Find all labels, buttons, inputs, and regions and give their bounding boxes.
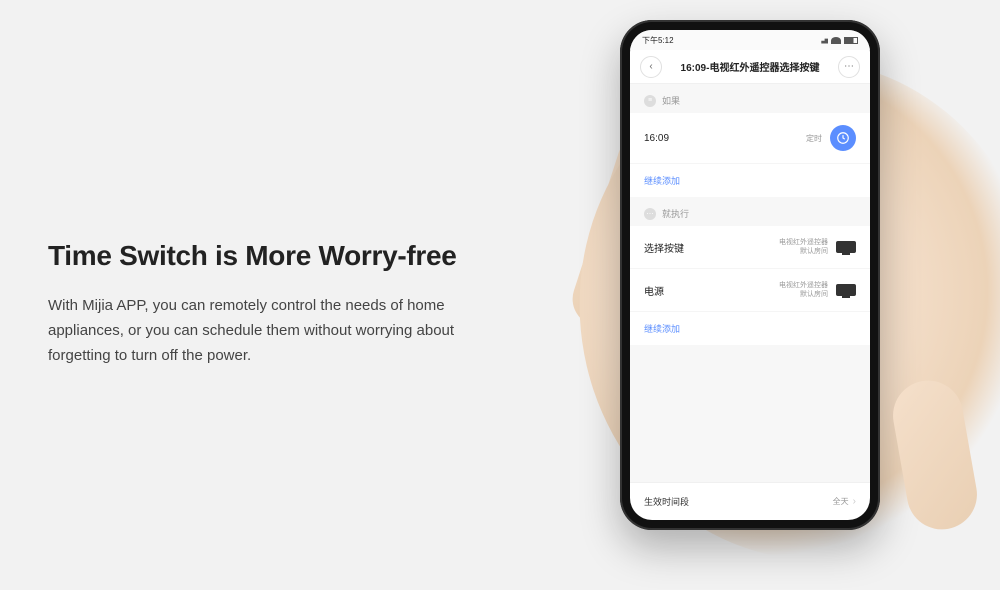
then-text: 就执行: [662, 207, 689, 220]
timer-icon: [830, 125, 856, 151]
more-icon: ⋯: [844, 61, 854, 72]
action-row[interactable]: 电源 电视红外遥控器 默认房间: [630, 269, 870, 312]
phone-screen: 下午5:12 ‹ 16:09-电视红外遥控器选择按键 ⋯ ≡ 如果 16:09: [630, 30, 870, 520]
action-label: 选择按键: [644, 240, 684, 255]
spacer: [630, 345, 870, 482]
section-then-label: ⋯ 就执行: [630, 197, 870, 226]
status-time: 下午5:12: [642, 35, 674, 46]
more-button[interactable]: ⋯: [838, 56, 860, 78]
battery-icon: [844, 37, 858, 44]
status-bar: 下午5:12: [630, 30, 870, 50]
app-header: ‹ 16:09-电视红外遥控器选择按键 ⋯: [630, 50, 870, 84]
add-condition-link[interactable]: 继续添加: [630, 164, 870, 197]
wifi-icon: [831, 37, 841, 44]
marketing-copy: Time Switch is More Worry-free With Miji…: [48, 240, 488, 368]
footer-label: 生效时间段: [644, 495, 689, 508]
effective-period-row[interactable]: 生效时间段 全天 ›: [630, 482, 870, 520]
action-label: 电源: [644, 283, 664, 298]
phone-frame: 下午5:12 ‹ 16:09-电视红外遥控器选择按键 ⋯ ≡ 如果 16:09: [620, 20, 880, 530]
action-row[interactable]: 选择按键 电视红外遥控器 默认房间: [630, 226, 870, 269]
chevron-right-icon: ›: [853, 496, 856, 507]
then-icon: ⋯: [644, 208, 656, 220]
condition-type: 定时: [806, 133, 822, 144]
chevron-left-icon: ‹: [649, 61, 652, 72]
action-device-meta: 电视红外遥控器 默认房间: [779, 238, 828, 256]
add-action-link[interactable]: 继续添加: [630, 312, 870, 345]
section-if-label: ≡ 如果: [630, 84, 870, 113]
condition-row[interactable]: 16:09 定时: [630, 113, 870, 164]
description: With Mijia APP, you can remotely control…: [48, 294, 488, 368]
footer-value: 全天: [833, 496, 849, 507]
action-device-meta: 电视红外遥控器 默认房间: [779, 281, 828, 299]
headline: Time Switch is More Worry-free: [48, 240, 488, 272]
tv-icon: [836, 241, 856, 253]
condition-time: 16:09: [644, 133, 669, 144]
status-icons: [818, 37, 858, 44]
signal-icon: [818, 37, 828, 44]
back-button[interactable]: ‹: [640, 56, 662, 78]
tv-icon: [836, 284, 856, 296]
page-title: 16:09-电视红外遥控器选择按键: [681, 59, 820, 74]
if-text: 如果: [662, 94, 680, 107]
if-icon: ≡: [644, 95, 656, 107]
